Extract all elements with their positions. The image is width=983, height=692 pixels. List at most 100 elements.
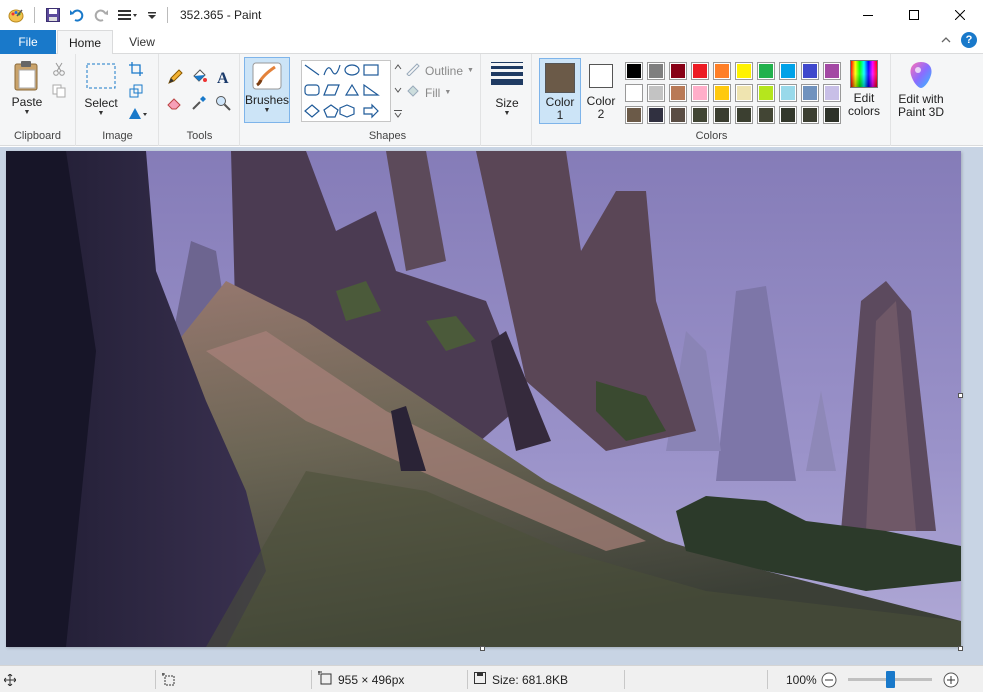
canvas-image[interactable] [6, 151, 961, 647]
collapse-ribbon-icon[interactable] [941, 33, 951, 47]
color-swatch[interactable] [823, 106, 841, 124]
color-swatch[interactable] [757, 84, 775, 102]
color-swatch[interactable] [625, 62, 643, 80]
edit-with-paint3d-button[interactable]: Edit with Paint 3D [892, 60, 950, 119]
tab-view[interactable]: View [118, 30, 166, 54]
color-swatch[interactable] [801, 84, 819, 102]
color2-button[interactable]: Color 2 [583, 58, 619, 124]
separator [34, 7, 35, 23]
minimize-icon[interactable] [845, 0, 891, 30]
window-controls [845, 0, 983, 30]
clipboard-group: Paste ▼ Clipboard [0, 54, 76, 146]
shapes-group-label: Shapes [368, 130, 407, 142]
shapes-gallery [301, 60, 391, 122]
cursor-position-icon [4, 666, 16, 692]
outline-label: Outline [425, 63, 464, 78]
pencil-icon[interactable] [166, 68, 184, 86]
zoom-in-icon[interactable] [943, 666, 959, 692]
cut-icon[interactable] [50, 60, 68, 78]
eraser-icon[interactable] [166, 94, 184, 112]
color-swatch[interactable] [735, 62, 753, 80]
undo-icon[interactable] [67, 5, 87, 25]
tab-file[interactable]: File [0, 30, 56, 54]
color-swatch[interactable] [735, 84, 753, 102]
brushes-button[interactable]: Brushes ▼ [244, 57, 290, 123]
color-picker-icon[interactable] [190, 94, 208, 112]
ribbon: Paste ▼ Clipboard Select ▼ Image A Tools… [0, 54, 983, 146]
color-swatch[interactable] [779, 84, 797, 102]
tab-home[interactable]: Home [57, 30, 113, 55]
magnifier-icon[interactable] [214, 94, 232, 112]
title-bar: 352.365 - Paint [0, 0, 983, 30]
resize-handle-bottom[interactable] [480, 646, 485, 651]
image-dimensions-icon [318, 671, 332, 688]
fill-button[interactable]: Fill ▼ [405, 84, 451, 101]
brushes-group: Brushes ▼ [241, 54, 294, 146]
color-swatch[interactable] [669, 62, 687, 80]
color-swatch[interactable] [669, 84, 687, 102]
color-swatch[interactable] [779, 106, 797, 124]
color-swatch[interactable] [801, 106, 819, 124]
color-swatch[interactable] [823, 62, 841, 80]
zoom-slider-thumb[interactable] [886, 671, 895, 688]
file-size-text: Size: 681.8KB [492, 672, 569, 687]
chevron-down-icon: ▼ [467, 67, 474, 74]
color-swatch[interactable] [713, 62, 731, 80]
file-size: Size: 681.8KB [474, 666, 568, 692]
color-swatch[interactable] [713, 106, 731, 124]
chevron-down-icon: ▼ [444, 89, 452, 96]
resize-handle-corner[interactable] [958, 646, 963, 651]
save-icon[interactable] [43, 5, 63, 25]
close-icon[interactable] [937, 0, 983, 30]
chevron-down-icon: ▼ [23, 109, 31, 116]
color-swatch[interactable] [757, 106, 775, 124]
color-swatch[interactable] [691, 62, 709, 80]
color-swatch[interactable] [779, 62, 797, 80]
brush-icon [245, 61, 289, 91]
select-button[interactable]: Select ▼ [83, 62, 119, 118]
customize-toolbar-icon[interactable] [145, 5, 159, 25]
canvas-area[interactable] [0, 147, 983, 665]
help-icon[interactable]: ? [961, 32, 977, 48]
size-label: Size [495, 96, 519, 110]
color-swatch[interactable] [647, 84, 665, 102]
color-swatch[interactable] [625, 106, 643, 124]
color-swatch[interactable] [647, 106, 665, 124]
maximize-icon[interactable] [891, 0, 937, 30]
shapes-scroll[interactable] [393, 60, 403, 122]
color1-button[interactable]: Color 1 [539, 58, 581, 124]
zoom-out-icon[interactable] [821, 666, 837, 692]
color-swatch[interactable] [625, 84, 643, 102]
status-bar: 955 × 496px Size: 681.8KB 100% [0, 665, 983, 692]
color-swatch[interactable] [669, 106, 687, 124]
fill-icon [405, 84, 421, 101]
color1-number: 1 [556, 108, 564, 122]
rotate-icon[interactable] [127, 104, 151, 122]
color-swatch[interactable] [801, 62, 819, 80]
properties-dropdown-icon[interactable] [115, 5, 141, 25]
quick-access-toolbar: 352.365 - Paint [0, 0, 261, 30]
paint-app-icon[interactable] [6, 5, 26, 25]
edit-colors-button[interactable]: Edit colors [845, 60, 883, 118]
fill-bucket-icon[interactable] [190, 68, 208, 86]
svg-text:A: A [217, 70, 229, 85]
resize-handle-right[interactable] [958, 393, 963, 398]
crop-icon[interactable] [127, 60, 145, 78]
resize-icon[interactable] [127, 82, 145, 100]
edit-colors-label-2: colors [847, 104, 880, 118]
color-swatch[interactable] [713, 84, 731, 102]
redo-icon[interactable] [91, 5, 111, 25]
chevron-down-icon: ▼ [503, 110, 511, 117]
outline-button[interactable]: Outline ▼ [405, 62, 474, 79]
color-palette [623, 60, 843, 126]
size-button[interactable]: Size ▼ [488, 60, 526, 118]
color-swatch[interactable] [757, 62, 775, 80]
text-icon[interactable]: A [214, 68, 232, 86]
paste-button[interactable]: Paste ▼ [8, 60, 46, 117]
color-swatch[interactable] [735, 106, 753, 124]
color-swatch[interactable] [691, 106, 709, 124]
color-swatch[interactable] [823, 84, 841, 102]
color-swatch[interactable] [647, 62, 665, 80]
color-swatch[interactable] [691, 84, 709, 102]
copy-icon[interactable] [50, 82, 68, 100]
